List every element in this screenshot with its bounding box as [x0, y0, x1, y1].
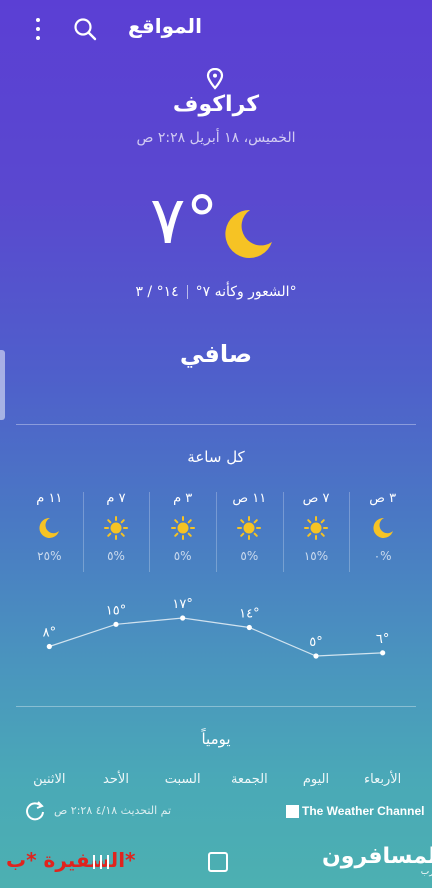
temperature-point [180, 615, 186, 621]
hourly-time: ١١ م [36, 491, 63, 506]
refresh-icon[interactable] [24, 800, 46, 822]
hourly-precip: ٥% [240, 549, 259, 563]
hourly-precip: ١٥% [303, 549, 329, 563]
sun-icon [83, 510, 149, 546]
footer: تم التحديث ٤/١٨ ٢:٢٨ ص The Weather Chann… [0, 796, 432, 830]
feels-like: الشعور وكأنه ٧° [195, 284, 290, 300]
date-time: الخميس، ١٨ أبريل ٢:٢٨ ص [136, 130, 296, 146]
daily-forecast[interactable]: الأربعاء اليوم الجمعة السبت الأحد الاثنين [16, 772, 416, 794]
location-pin-icon [206, 68, 224, 90]
moon-icon [16, 510, 82, 546]
hourly-item: ٧ ص ١٥% [283, 488, 349, 584]
column-divider [82, 492, 84, 572]
hourly-precip: ٢٥% [37, 549, 62, 563]
temperature-label: ١٥° [106, 603, 126, 618]
more-vert-icon [36, 18, 40, 22]
divider [16, 424, 416, 425]
temperature-details: الشعور وكأنه ٧°١٤° / ٣° [0, 284, 432, 300]
hourly-time: ١١ ص [232, 491, 267, 506]
temperature-point [113, 621, 119, 627]
hourly-title: كل ساعة [187, 448, 245, 466]
weather-condition: صافي [179, 340, 253, 368]
hourly-item: ١١ م ٢٥% [16, 488, 82, 584]
temperature-label: ٨° [43, 626, 56, 641]
column-divider [349, 492, 351, 572]
recent-apps-icon[interactable] [90, 852, 112, 872]
temperature-point [46, 643, 52, 650]
watermark-right: المسافرون العرب [322, 844, 432, 877]
edge-panel-handle[interactable] [0, 350, 5, 420]
daily-day: اليوم [302, 772, 330, 787]
daily-day: السبت [164, 772, 201, 787]
hourly-item: ٣ م ٥% [150, 488, 216, 584]
hourly-item: ٣ ص ٠% [350, 488, 416, 584]
hourly-precip: ٠% [373, 549, 392, 563]
temperature-point [313, 653, 319, 659]
hourly-item: ١١ ص ٥% [216, 488, 282, 584]
temperature-line [49, 617, 383, 657]
page-title: المواقع [128, 14, 202, 38]
navigation-bar: السفيرة *ب* المسافرون العرب [0, 830, 432, 888]
more-options-button[interactable] [28, 16, 48, 42]
divider [16, 706, 416, 707]
daily-day: الاثنين [33, 772, 66, 787]
temperature-label: ١٤° [239, 607, 259, 622]
daily-day: الجمعة [230, 772, 268, 787]
watermark-right-main: المسافرون [322, 844, 432, 869]
hourly-precip: ٥% [173, 549, 192, 563]
column-divider [216, 492, 217, 572]
column-divider [282, 492, 284, 572]
sun-icon [150, 510, 216, 546]
hourly-time: ٣ م [173, 491, 193, 506]
hourly-time: ٧ م [106, 491, 126, 506]
watermark-left: السفيرة *ب* [6, 848, 136, 872]
current-temperature: ٧° [150, 182, 219, 259]
column-divider [149, 492, 151, 572]
weather-channel-logo [286, 805, 299, 818]
hourly-precip: ٥% [107, 549, 125, 563]
moon-icon [350, 510, 416, 546]
daily-day: الأحد [103, 772, 129, 787]
home-button[interactable] [208, 852, 228, 872]
hourly-temperature-chart: ٦° ٥° ١٤° ١٧° ١٥° ٨° [43, 597, 389, 659]
top-bar: المواقع [0, 0, 432, 58]
temperature-point [246, 624, 252, 631]
city-name: كراكوف [172, 92, 260, 117]
temperature-label: ٦° [376, 632, 389, 647]
provider-name[interactable]: The Weather Channel [302, 804, 424, 818]
hourly-time: ٧ ص [302, 491, 330, 506]
last-updated: تم التحديث ٤/١٨ ٢:٢٨ ص [54, 804, 172, 817]
sun-icon [216, 510, 282, 546]
temperature-point [380, 650, 386, 656]
sun-icon [283, 510, 349, 546]
temperature-label: ٥° [309, 635, 322, 650]
moon-icon [225, 209, 272, 258]
daily-title: يومياً [201, 730, 231, 748]
hourly-item: ٧ م ٥% [83, 488, 149, 584]
hourly-time: ٣ ص [369, 491, 397, 506]
temperature-label: ١٧° [172, 597, 192, 612]
search-icon[interactable] [72, 16, 98, 42]
separator [186, 285, 188, 299]
daily-day: الأربعاء [364, 772, 402, 787]
